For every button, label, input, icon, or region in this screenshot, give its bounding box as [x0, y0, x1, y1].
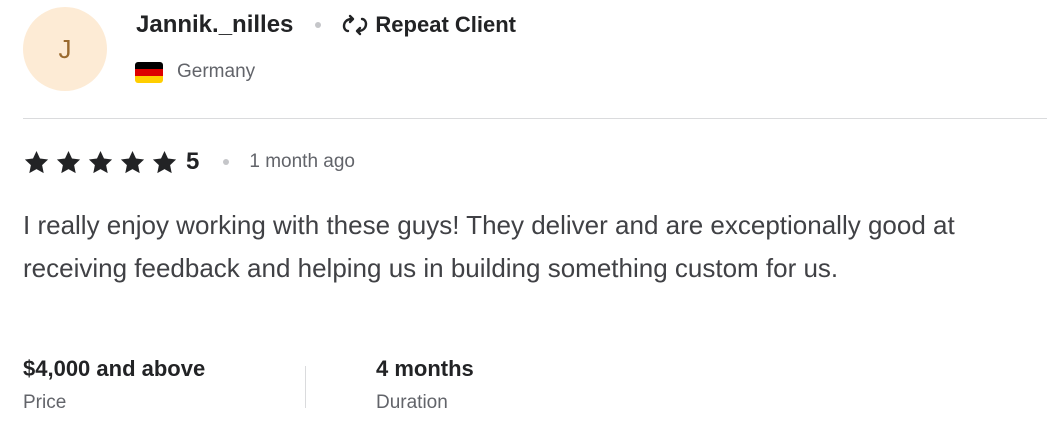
review-text: I really enjoy working with these guys! …: [23, 210, 955, 283]
germany-flag-icon: [135, 61, 163, 83]
rating-row: 5 1 month ago: [23, 148, 355, 176]
rating-value: 5: [186, 148, 200, 175]
review-card: J Jannik._nilles Repeat Client Germany 5…: [0, 0, 1049, 431]
header-divider: [23, 118, 1047, 119]
review-time: 1 month ago: [249, 151, 355, 172]
repeat-icon: [341, 14, 369, 36]
star-icon: [88, 150, 113, 173]
reviewer-username[interactable]: Jannik._nilles: [136, 11, 293, 39]
star-icon: [120, 150, 145, 173]
price-stat: $4,000 and above Price: [23, 353, 205, 417]
duration-label: Duration: [376, 392, 448, 413]
avatar-initial: J: [58, 33, 72, 64]
star-rating: [23, 149, 178, 176]
duration-value: 4 months: [376, 356, 474, 381]
repeat-client-badge: Repeat Client: [375, 12, 516, 37]
price-label: Price: [23, 392, 67, 413]
separator-dot: [223, 159, 230, 165]
price-value: $4,000 and above: [23, 356, 206, 381]
country-name: Germany: [177, 61, 256, 82]
flag-stripe-red: [135, 68, 163, 76]
flag-stripe-gold: [135, 75, 163, 83]
reviewer-header: Jannik._nilles Repeat Client: [136, 11, 516, 39]
star-icon: [152, 150, 177, 173]
star-icon: [24, 150, 49, 173]
duration-stat: 4 months Duration: [376, 353, 474, 417]
reviewer-country: Germany: [135, 61, 255, 83]
flag-stripe-black: [135, 61, 163, 69]
star-icon: [56, 150, 81, 173]
separator-dot: [315, 22, 322, 28]
stat-divider: [305, 366, 306, 408]
avatar[interactable]: J: [23, 7, 107, 91]
